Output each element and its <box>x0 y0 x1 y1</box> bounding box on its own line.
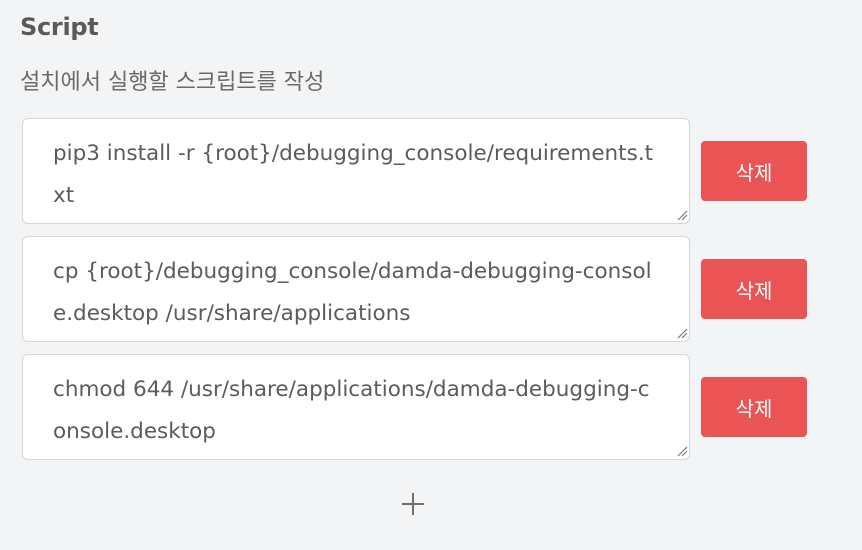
plus-icon <box>402 493 424 515</box>
resize-grip-icon[interactable] <box>676 209 688 221</box>
script-textarea[interactable]: pip3 install -r {root}/debugging_console… <box>22 118 690 224</box>
delete-button[interactable]: 삭제 <box>701 377 807 437</box>
delete-button[interactable]: 삭제 <box>701 259 807 319</box>
script-row: cp {root}/debugging_console/damda-debugg… <box>22 236 812 342</box>
script-row: chmod 644 /usr/share/applications/damda-… <box>22 354 812 460</box>
section-description: 설치에서 실행할 스크립트를 작성 <box>20 70 325 95</box>
delete-button[interactable]: 삭제 <box>701 141 807 201</box>
script-list: pip3 install -r {root}/debugging_console… <box>22 118 812 472</box>
section-title: Script <box>20 13 99 41</box>
add-script-button[interactable] <box>396 487 430 521</box>
script-textarea[interactable]: cp {root}/debugging_console/damda-debugg… <box>22 236 690 342</box>
resize-grip-icon[interactable] <box>676 327 688 339</box>
script-section: Script 설치에서 실행할 스크립트를 작성 pip3 install -r… <box>0 0 862 550</box>
script-textarea[interactable]: chmod 644 /usr/share/applications/damda-… <box>22 354 690 460</box>
script-row: pip3 install -r {root}/debugging_console… <box>22 118 812 224</box>
resize-grip-icon[interactable] <box>676 445 688 457</box>
